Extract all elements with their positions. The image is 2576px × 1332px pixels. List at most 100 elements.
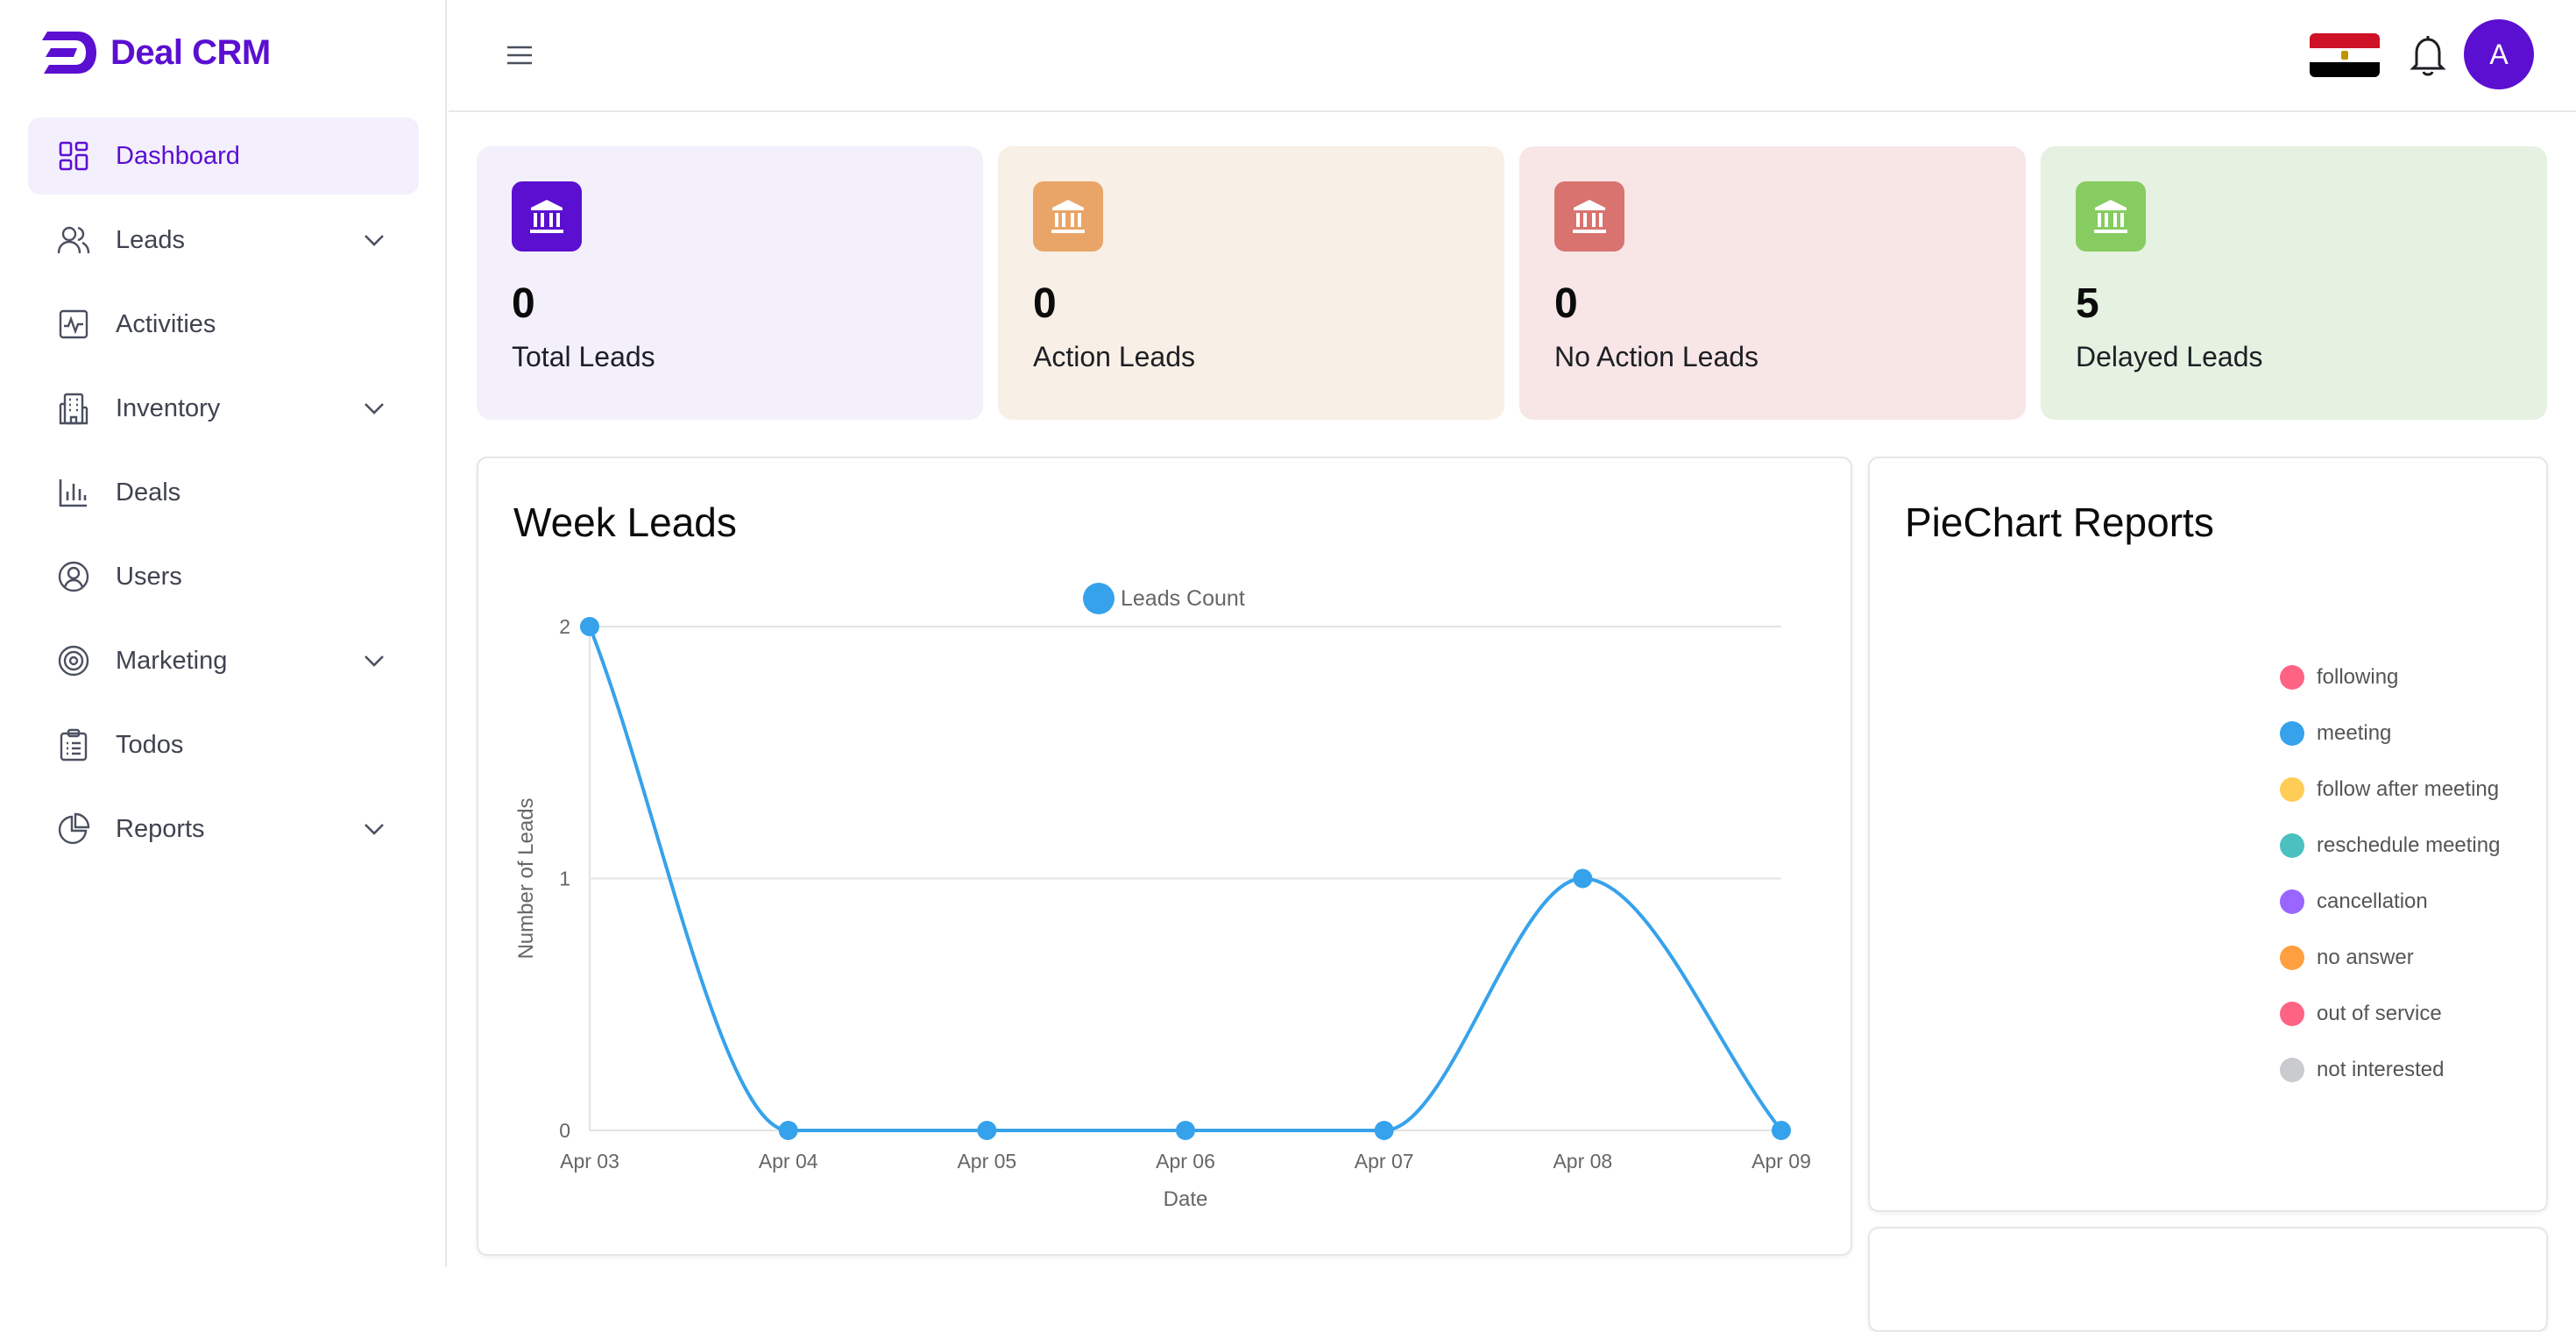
bank-icon	[512, 181, 582, 252]
bank-icon	[2076, 181, 2146, 252]
legend-label: out of service	[2317, 1002, 2442, 1025]
legend-swatch	[2280, 665, 2304, 690]
stat-card-total-leads[interactable]: 0 Total Leads	[477, 146, 983, 420]
legend-label: following	[2317, 665, 2399, 689]
stat-card-no-action-leads[interactable]: 0 No Action Leads	[1519, 146, 2026, 420]
x-tick-label: Apr 07	[1355, 1150, 1414, 1173]
chevron-down-icon[interactable]	[361, 395, 387, 422]
x-tick-label: Apr 09	[1752, 1150, 1811, 1173]
data-point[interactable]	[778, 1121, 798, 1140]
hamburger-menu-icon[interactable]	[505, 40, 534, 70]
building-icon	[56, 391, 91, 426]
chevron-down-icon[interactable]	[361, 816, 387, 842]
legend-label: not interested	[2317, 1058, 2445, 1081]
sidebar-item-leads[interactable]: Leads	[28, 202, 419, 279]
sidebar: Deal CRM Dashboard Leads Activities Inve…	[0, 0, 447, 1267]
brand-name: Deal CRM	[110, 32, 271, 72]
sidebar-item-marketing[interactable]: Marketing	[28, 622, 419, 699]
x-tick-label: Apr 08	[1553, 1150, 1612, 1173]
sidebar-item-label: Dashboard	[116, 141, 240, 170]
data-point[interactable]	[1374, 1121, 1394, 1140]
stat-label: No Action Leads	[1554, 341, 1759, 372]
stat-value: 0	[1554, 280, 1578, 327]
sidebar-item-label: Marketing	[116, 646, 228, 675]
users-icon	[56, 223, 91, 258]
legend-swatch	[2280, 1058, 2304, 1082]
pie-legend-item[interactable]: no answer	[2280, 942, 2414, 974]
stat-value: 0	[512, 280, 535, 327]
sidebar-item-label: Todos	[116, 730, 184, 759]
y-tick-label: 1	[559, 868, 570, 890]
pie-legend-item[interactable]: reschedule meeting	[2280, 830, 2500, 861]
secondary-panel	[1868, 1227, 2548, 1332]
legend-label: cancellation	[2317, 889, 2428, 913]
sidebar-item-activities[interactable]: Activities	[28, 286, 419, 363]
chevron-down-icon[interactable]	[361, 227, 387, 253]
legend-label: follow after meeting	[2317, 777, 2500, 801]
avatar[interactable]: A	[2464, 19, 2534, 89]
week-leads-panel: Week Leads 0 1 2 Apr 03 Apr 04 Apr 05 Apr 06 Ap…	[477, 457, 1852, 1256]
stat-label: Total Leads	[512, 341, 655, 372]
sidebar-item-dashboard[interactable]: Dashboard	[28, 117, 419, 195]
data-point[interactable]	[977, 1121, 997, 1140]
legend-label: meeting	[2317, 721, 2392, 745]
pie-legend-item[interactable]: not interested	[2280, 1054, 2444, 1086]
x-tick-label: Apr 06	[1156, 1150, 1215, 1173]
legend-swatch	[2280, 721, 2304, 746]
sidebar-item-inventory[interactable]: Inventory	[28, 370, 419, 447]
bar-chart-icon	[56, 475, 91, 510]
stat-card-action-leads[interactable]: 0 Action Leads	[998, 146, 1504, 420]
y-tick-label: 0	[559, 1119, 570, 1142]
activity-pulse-icon	[56, 307, 91, 342]
legend-label: reschedule meeting	[2317, 833, 2501, 857]
user-circle-icon	[56, 559, 91, 594]
chevron-down-icon[interactable]	[361, 648, 387, 674]
notification-bell-icon[interactable]	[2406, 32, 2450, 79]
sidebar-item-label: Deals	[116, 478, 181, 507]
x-tick-label: Apr 03	[560, 1150, 619, 1173]
stat-label: Action Leads	[1033, 341, 1196, 372]
panel-title: PieChart Reports	[1905, 499, 2214, 545]
pie-legend-item[interactable]: out of service	[2280, 998, 2442, 1030]
sidebar-item-reports[interactable]: Reports	[28, 790, 419, 868]
dashboard-grid-icon	[56, 138, 91, 174]
sidebar-item-todos[interactable]: Todos	[28, 706, 419, 783]
data-point[interactable]	[580, 617, 599, 636]
legend-swatch	[2280, 889, 2304, 914]
x-axis-title: Date	[1164, 1187, 1208, 1211]
pie-chart-icon	[56, 811, 91, 847]
pie-legend-item[interactable]: meeting	[2280, 718, 2391, 749]
y-tick-label: 2	[559, 615, 570, 638]
stat-label: Delayed Leads	[2076, 341, 2263, 372]
data-point[interactable]	[1573, 868, 1593, 889]
legend-swatch	[2280, 777, 2304, 802]
data-point[interactable]	[1772, 1121, 1791, 1140]
legend-swatch	[1083, 583, 1115, 614]
sidebar-item-users[interactable]: Users	[28, 538, 419, 615]
brand[interactable]: Deal CRM	[39, 26, 271, 79]
piechart-reports-panel: PieChart Reports following meeting follow …	[1868, 457, 2548, 1212]
clipboard-icon	[56, 727, 91, 762]
pie-legend-item[interactable]: follow after meeting	[2280, 774, 2499, 805]
bank-icon	[1554, 181, 1624, 252]
week-leads-line-chart[interactable]: 0 1 2 Apr 03 Apr 04 Apr 05 Apr 06 Apr 07 Apr 08 A…	[478, 458, 1851, 1254]
x-tick-label: Apr 05	[957, 1150, 1016, 1173]
pie-legend-item[interactable]: following	[2280, 662, 2398, 693]
stat-card-delayed-leads[interactable]: 5 Delayed Leads	[2041, 146, 2547, 420]
target-icon	[56, 643, 91, 678]
sidebar-item-label: Reports	[116, 814, 205, 843]
data-point[interactable]	[1176, 1121, 1195, 1140]
sidebar-item-deals[interactable]: Deals	[28, 454, 419, 531]
pie-legend-item[interactable]: cancellation	[2280, 886, 2428, 918]
egypt-flag-icon[interactable]	[2310, 33, 2380, 77]
stat-value: 0	[1033, 280, 1057, 327]
legend-label: Leads Count	[1121, 586, 1245, 611]
sidebar-item-label: Users	[116, 562, 182, 591]
x-tick-label: Apr 04	[759, 1150, 818, 1173]
top-header: A	[449, 0, 2576, 112]
stat-value: 5	[2076, 280, 2099, 327]
sidebar-item-label: Activities	[116, 309, 216, 338]
sidebar-nav: Dashboard Leads Activities Inventory Dea…	[28, 117, 419, 875]
sidebar-item-label: Inventory	[116, 393, 221, 422]
legend-label: no answer	[2317, 946, 2414, 969]
